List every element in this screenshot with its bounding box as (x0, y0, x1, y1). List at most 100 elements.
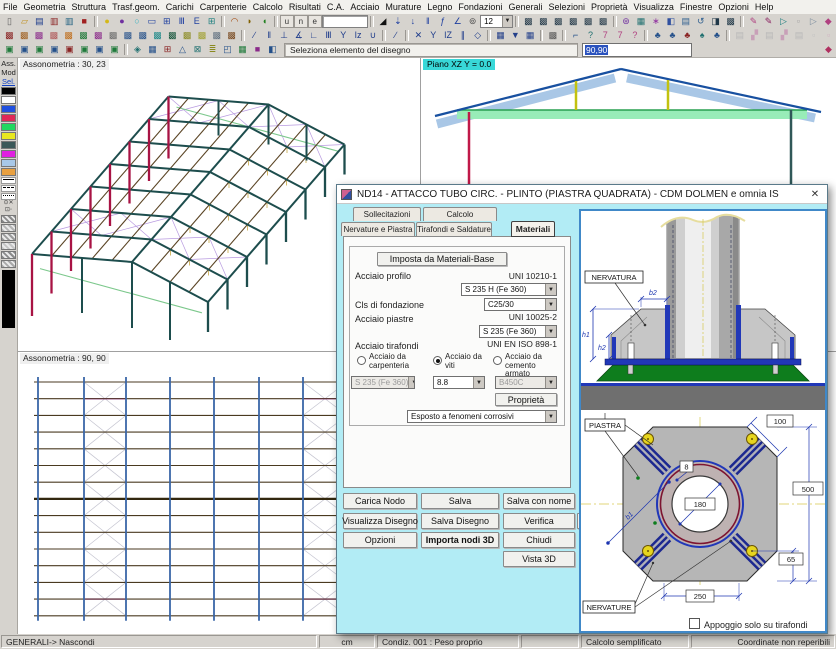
geo-beams-icon[interactable]: Ⅲ (321, 28, 336, 42)
view-sphere-icon[interactable]: ● (100, 14, 115, 28)
menu-item-help[interactable]: Help (752, 2, 777, 12)
mod-7-icon[interactable]: ◰ (220, 43, 235, 57)
verifica-button[interactable]: Verifica (503, 513, 575, 529)
snap-down-icon[interactable]: ↓ (405, 14, 420, 28)
view-grid-icon[interactable]: ⊞ (159, 14, 174, 28)
axis-par-icon[interactable]: ∥ (455, 28, 470, 42)
geo-line-icon[interactable]: ∕ (247, 28, 262, 42)
menu-item-calcolo[interactable]: Calcolo (250, 2, 286, 12)
sidebar-tab-mod[interactable]: Mod (1, 68, 16, 77)
load-7-icon[interactable]: ▩ (91, 28, 106, 42)
carica-nodo-button[interactable]: Carica Nodo (343, 493, 417, 509)
view-solid-icon[interactable]: ● (115, 14, 130, 28)
viewport-6-icon[interactable]: ▩ (596, 14, 611, 28)
dis-1-icon[interactable]: ▤ (732, 28, 747, 42)
pattern-swatch-5[interactable] (1, 260, 16, 268)
mod-9-icon[interactable]: ■ (250, 43, 265, 57)
layer-4-icon[interactable]: ▣ (47, 43, 62, 57)
salva-disegno-button[interactable]: Salva Disegno (421, 513, 499, 529)
vista-3d-button[interactable]: Vista 3D (503, 551, 575, 567)
dis-6-icon[interactable]: ▫ (806, 28, 821, 42)
load-10-icon[interactable]: ▩ (135, 28, 150, 42)
viewport-1-icon[interactable]: ▩ (521, 14, 536, 28)
info-corner-icon[interactable]: ⌐ (568, 28, 583, 42)
view-wire-icon[interactable]: ○ (129, 14, 144, 28)
tab-calcolo[interactable]: Calcolo (423, 207, 497, 221)
radio-acciaio-viti[interactable] (433, 356, 442, 365)
color-swatch-6[interactable] (1, 141, 16, 149)
anchor-2-icon[interactable]: ♣ (665, 28, 680, 42)
menu-item-c-a-[interactable]: C.A. (324, 2, 348, 12)
query-2-icon[interactable]: 7 (598, 28, 613, 42)
viewport-4-icon[interactable]: ▩ (566, 14, 581, 28)
dis-7-icon[interactable]: ▫ (821, 28, 836, 42)
dis-3-icon[interactable]: ▤ (762, 28, 777, 42)
snap-icons[interactable]: ⊙✕ (3, 200, 13, 207)
save-as-icon[interactable]: ▥ (47, 14, 62, 28)
menu-item-geometria[interactable]: Geometria (21, 2, 69, 12)
sidebar-tab-sel[interactable]: Sel. (2, 77, 15, 86)
undo-u-button[interactable]: u (280, 15, 294, 28)
tab-tirafondi-e-saldature[interactable]: Tirafondi e Saldature (416, 222, 492, 236)
snap-function-icon[interactable]: ƒ (435, 14, 450, 28)
axis-y-icon[interactable]: Y (426, 28, 441, 42)
import-icon[interactable]: ▥ (62, 14, 77, 28)
gem-icon[interactable]: ◆ (821, 14, 836, 28)
geo-parallel-icon[interactable]: ‖ (262, 28, 277, 42)
imposta-da-materiali-base-button[interactable]: Imposta da Materiali-Base (377, 252, 507, 266)
geo-arc-icon[interactable]: ∪ (365, 28, 380, 42)
draw-leaf-icon[interactable]: ◖ (257, 14, 272, 28)
color-swatch-9[interactable] (1, 168, 16, 176)
snap-parallel-icon[interactable]: ‖ (420, 14, 435, 28)
load-3-icon[interactable]: ▩ (32, 28, 47, 42)
geo-fork-icon[interactable]: Y (336, 28, 351, 42)
mod-8-icon[interactable]: ▦ (235, 43, 250, 57)
menu-item-murature[interactable]: Murature (382, 2, 424, 12)
proprieta-button[interactable]: Proprietà (495, 393, 557, 406)
color-swatch-4[interactable] (1, 123, 16, 131)
menu-item-opzioni[interactable]: Opzioni (715, 2, 752, 12)
mod-10-icon[interactable]: ◧ (265, 43, 280, 57)
layer-1-icon[interactable]: ▣ (2, 43, 17, 57)
importa-nodi-3d-button[interactable]: Importa nodi 3D (421, 532, 499, 548)
tool-cam-icon[interactable]: ◨ (708, 14, 723, 28)
pen-1-icon[interactable]: ✎ (746, 14, 761, 28)
layer-7-icon[interactable]: ▣ (92, 43, 107, 57)
layer-8-icon[interactable]: ▣ (107, 43, 122, 57)
geo-corner-icon[interactable]: ∟ (306, 28, 321, 42)
coordinate-input[interactable]: 90,90 (582, 43, 692, 57)
color-swatch-7[interactable] (1, 150, 16, 158)
color-swatch-2[interactable] (1, 105, 16, 113)
node-n-button[interactable]: n (294, 15, 308, 28)
viewport-5-icon[interactable]: ▩ (581, 14, 596, 28)
pattern-swatch-4[interactable] (1, 251, 16, 259)
chevron-down-icon[interactable]: ▼ (545, 284, 556, 295)
close-icon[interactable]: ✕ (807, 187, 823, 201)
load-11-icon[interactable]: ▩ (150, 28, 165, 42)
sel-grid-2-icon[interactable]: ▦ (523, 28, 538, 42)
font-size-dropdown[interactable]: 12▼ (480, 15, 513, 28)
draw-arc-icon[interactable]: ◠ (227, 14, 242, 28)
mod-2-icon[interactable]: ▦ (145, 43, 160, 57)
axis-poly-icon[interactable]: ◇ (470, 28, 485, 42)
numeric-input[interactable] (322, 15, 368, 28)
grip-icons[interactable]: ⊡◦ (5, 207, 12, 214)
pattern-solid-black[interactable] (2, 270, 15, 328)
menu-item-carichi[interactable]: Carichi (163, 2, 197, 12)
layer-6-icon[interactable]: ▣ (77, 43, 92, 57)
anchor-5-icon[interactable]: ♣ (710, 28, 725, 42)
pattern-swatch-2[interactable] (1, 233, 16, 241)
paint-icon[interactable]: ◆ (821, 43, 836, 57)
axis-x-icon[interactable]: ✕ (411, 28, 426, 42)
geo-zaxis-icon[interactable]: ǀz (351, 28, 366, 42)
snap-angle-icon[interactable]: ∠ (450, 14, 465, 28)
acciaio-piastre-select[interactable]: S 235 (Fe 360) ▼ (479, 325, 557, 338)
view-mesh-icon[interactable]: ⊞ (204, 14, 219, 28)
open-folder-icon[interactable]: ▱ (17, 14, 32, 28)
query-1-icon[interactable]: ? (583, 28, 598, 42)
tool-undo-icon[interactable]: ↺ (693, 14, 708, 28)
tool-doc-icon[interactable]: ▤ (678, 14, 693, 28)
menu-item-carpenterie[interactable]: Carpenterie (197, 2, 250, 12)
chevron-down-icon[interactable]: ▼ (545, 299, 556, 310)
mod-5-icon[interactable]: ⊠ (190, 43, 205, 57)
